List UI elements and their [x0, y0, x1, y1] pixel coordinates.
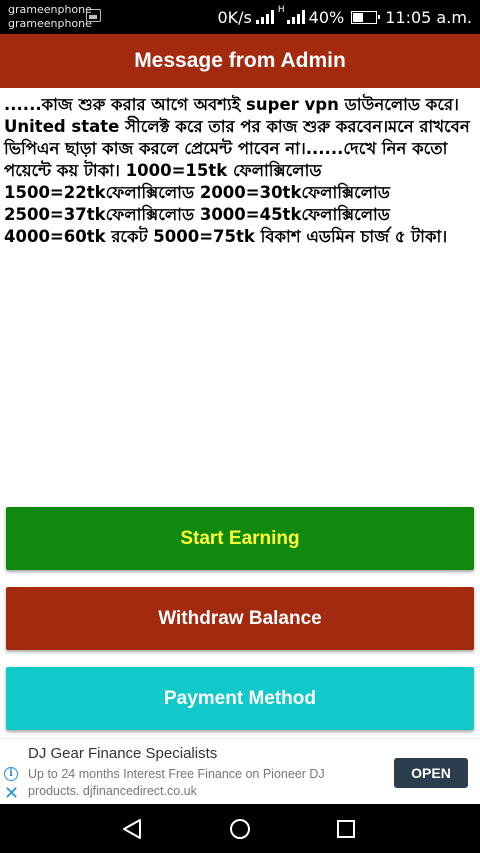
ad-close-icon[interactable]: ✕	[4, 784, 19, 802]
navigation-bar	[0, 804, 480, 853]
network-speed: 0K/s	[217, 7, 252, 27]
battery-percent: 40%	[308, 7, 345, 27]
network-type-label: H	[277, 5, 285, 15]
ad-open-button[interactable]: OPEN	[394, 758, 468, 788]
page-title: Message from Admin	[134, 49, 346, 72]
payment-method-button[interactable]: Payment Method	[6, 667, 474, 730]
status-indicators: 0K/s H 40% 11:05 a.m.	[217, 0, 472, 34]
gallery-notification-icon	[86, 9, 101, 22]
app-header: Message from Admin	[0, 34, 480, 88]
carrier-name-2: grameenphone	[8, 17, 92, 30]
ad-description[interactable]: Up to 24 months Interest Free Finance on…	[28, 766, 368, 800]
home-icon[interactable]	[229, 818, 251, 840]
ad-title[interactable]: DJ Gear Finance Specialists	[28, 745, 217, 762]
signal-icon	[255, 10, 274, 24]
back-icon[interactable]	[121, 818, 143, 840]
admin-message-text: ......কাজ শুরু করার আগে অবশ্যই super vpn…	[4, 95, 470, 246]
status-bar: grameenphone grameenphone 0K/s H 40% 11:…	[0, 0, 480, 34]
signal-icon-2	[286, 10, 305, 24]
battery-icon	[351, 10, 381, 24]
carrier-name-1: grameenphone	[8, 3, 92, 16]
ad-banner[interactable]: DJ Gear Finance Specialists Up to 24 mon…	[0, 738, 480, 804]
recents-icon[interactable]	[336, 819, 356, 839]
start-earning-button[interactable]: Start Earning	[6, 507, 474, 570]
ad-info-icon[interactable]: i	[4, 767, 18, 781]
clock: 11:05 a.m.	[385, 7, 472, 27]
withdraw-balance-button[interactable]: Withdraw Balance	[6, 587, 474, 650]
